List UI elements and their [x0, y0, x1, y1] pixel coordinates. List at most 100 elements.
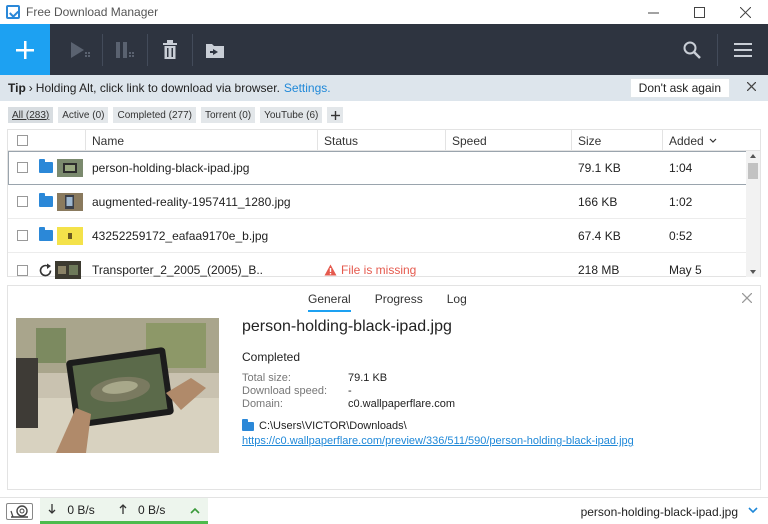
- delete-button[interactable]: [152, 24, 188, 75]
- table-header: Name Status Speed Size Added: [8, 130, 760, 151]
- dont-ask-again-button[interactable]: Don't ask again: [629, 78, 730, 98]
- column-added-label: Added: [669, 133, 704, 148]
- app-logo-icon: [6, 5, 20, 19]
- domain-label: Domain:: [242, 398, 283, 410]
- select-all-header: [8, 130, 86, 151]
- image-thumbnail: [57, 226, 83, 245]
- image-thumbnail: [57, 192, 83, 211]
- window-title: Free Download Manager: [26, 5, 159, 19]
- speed-mode-button[interactable]: [6, 503, 33, 520]
- column-status[interactable]: Status: [318, 130, 446, 151]
- toolbar-divider: [147, 33, 148, 66]
- row-checkbox[interactable]: [17, 196, 28, 207]
- download-speed-label: Download speed:: [242, 385, 328, 397]
- tip-text: Holding Alt, click link to download via …: [35, 81, 280, 95]
- column-name[interactable]: Name: [86, 130, 318, 151]
- open-folder-icon[interactable]: [39, 193, 53, 207]
- close-tip-button[interactable]: [746, 79, 757, 94]
- tab-progress[interactable]: Progress: [375, 292, 423, 312]
- row-name: 43252259172_eafaa9170e_b.jpg: [92, 228, 269, 243]
- source-url-link[interactable]: https://c0.wallpaperflare.com/preview/33…: [242, 435, 634, 447]
- upload-speed-value: 0 B/s: [138, 502, 166, 517]
- table-row[interactable]: 43252259172_eafaa9170e_b.jpg 67.4 KB 0:5…: [8, 219, 760, 253]
- file-menu-button[interactable]: [748, 503, 758, 517]
- settings-link[interactable]: Settings.: [284, 81, 331, 95]
- row-checkbox[interactable]: [17, 230, 28, 241]
- open-folder-icon[interactable]: [39, 159, 53, 173]
- row-checkbox[interactable]: [17, 162, 28, 173]
- play-icon: [71, 41, 90, 58]
- close-icon: [739, 6, 751, 18]
- row-name: person-holding-black-ipad.jpg: [92, 160, 250, 175]
- open-folder-icon[interactable]: [39, 227, 53, 241]
- total-size-value: 79.1 KB: [348, 372, 388, 384]
- search-button[interactable]: [667, 24, 717, 75]
- column-added[interactable]: Added: [663, 130, 760, 151]
- minimize-button[interactable]: [630, 0, 676, 24]
- menu-button[interactable]: [718, 24, 768, 75]
- select-all-checkbox[interactable]: [17, 135, 28, 146]
- toolbar-divider: [192, 33, 193, 66]
- column-size[interactable]: Size: [572, 130, 663, 151]
- filter-torrent[interactable]: Torrent (0): [200, 107, 256, 123]
- scroll-up-icon: [750, 154, 756, 158]
- maximize-icon: [693, 6, 705, 18]
- row-size: 218 MB: [578, 263, 620, 277]
- speed-indicator[interactable]: 0 B/s 0 B/s: [40, 498, 208, 524]
- details-status: Completed: [242, 350, 301, 364]
- table-scrollbar[interactable]: [746, 151, 760, 277]
- total-size-label: Total size:: [242, 372, 291, 384]
- details-properties: Total size: 79.1 KB Download speed: - Doma…: [242, 372, 634, 410]
- filter-all[interactable]: All (283): [8, 107, 54, 123]
- close-details-button[interactable]: [741, 290, 753, 306]
- trash-icon: [163, 39, 177, 59]
- pause-icon: [116, 41, 134, 58]
- tip-bar: Tip › Holding Alt, click link to downloa…: [0, 75, 768, 101]
- move-to-folder-button[interactable]: [197, 24, 233, 75]
- details-file-name: person-holding-black-ipad.jpg: [242, 318, 452, 335]
- table-row[interactable]: Transporter_2_2005_(2005)_B.. File is mi…: [8, 253, 760, 287]
- domain-value: c0.wallpaperflare.com: [348, 398, 455, 410]
- chevron-down-icon: [748, 507, 758, 514]
- add-filter-button[interactable]: [327, 107, 344, 123]
- main-toolbar: [0, 24, 768, 75]
- table-row[interactable]: person-holding-black-ipad.jpg 79.1 KB 1:…: [8, 151, 760, 185]
- arrow-up-icon: [119, 503, 127, 514]
- add-download-button[interactable]: [0, 24, 50, 75]
- close-window-button[interactable]: [722, 0, 768, 24]
- toolbar-divider: [102, 33, 103, 66]
- filter-youtube[interactable]: YouTube (6): [260, 107, 323, 123]
- row-size: 166 KB: [578, 194, 618, 209]
- current-file-name[interactable]: person-holding-black-ipad.jpg: [581, 505, 738, 519]
- warning-icon: [324, 264, 337, 276]
- file-path[interactable]: C:\Users\VICTOR\Downloads\: [242, 418, 634, 432]
- upload-speed: 0 B/s: [119, 502, 166, 517]
- chevron-up-icon[interactable]: [190, 507, 200, 514]
- tab-general[interactable]: General: [308, 292, 351, 312]
- close-icon: [741, 292, 753, 304]
- details-panel: General Progress Log person-holding-blac…: [7, 285, 761, 490]
- arrow-down-icon: [48, 503, 56, 514]
- tip-label: Tip: [8, 81, 26, 95]
- maximize-button[interactable]: [676, 0, 722, 24]
- column-speed[interactable]: Speed: [446, 130, 572, 151]
- scrollbar-thumb[interactable]: [748, 163, 758, 179]
- plus-icon: [16, 40, 34, 59]
- row-name: augmented-reality-1957411_1280.jpg: [92, 194, 291, 209]
- minimize-icon: [647, 12, 659, 13]
- retry-icon[interactable]: [38, 263, 53, 278]
- row-size: 79.1 KB: [578, 160, 621, 175]
- filter-active[interactable]: Active (0): [58, 107, 109, 123]
- hamburger-menu-icon: [734, 42, 752, 57]
- snail-icon: [9, 505, 28, 518]
- filter-completed[interactable]: Completed (277): [113, 107, 196, 123]
- start-button[interactable]: [62, 24, 98, 75]
- row-size: 67.4 KB: [578, 228, 621, 243]
- table-row[interactable]: augmented-reality-1957411_1280.jpg 166 K…: [8, 185, 760, 219]
- row-checkbox[interactable]: [17, 264, 28, 276]
- download-speed-value: -: [348, 385, 352, 397]
- details-tabs: General Progress Log: [308, 292, 467, 312]
- tab-log[interactable]: Log: [447, 292, 467, 312]
- tip-separator: ›: [28, 81, 33, 95]
- pause-button[interactable]: [107, 24, 143, 75]
